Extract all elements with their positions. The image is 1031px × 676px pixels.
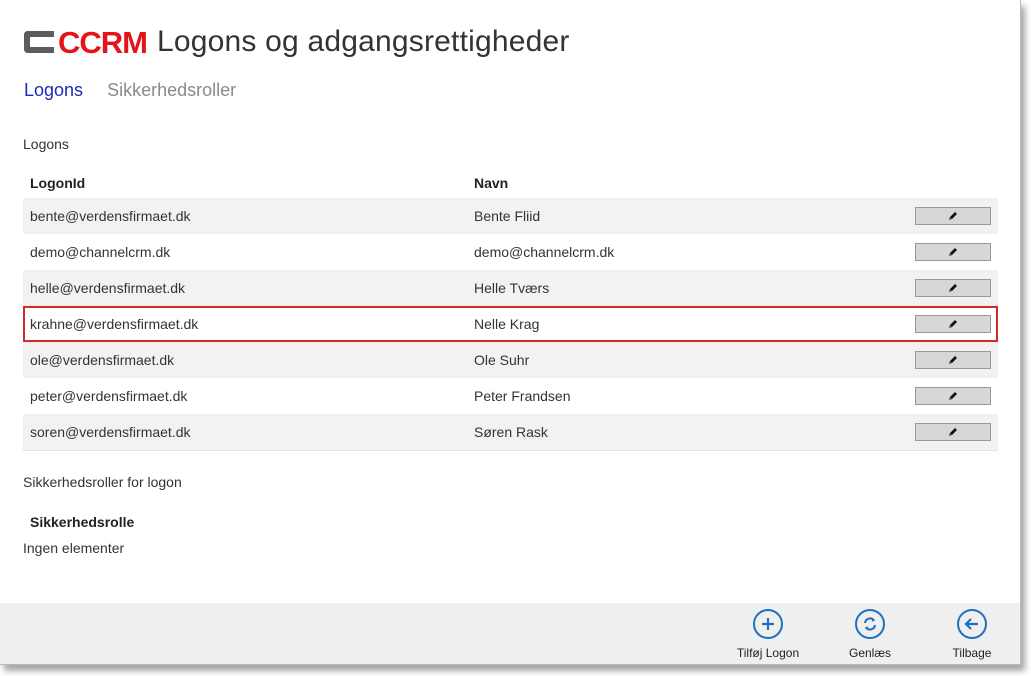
column-header-logonid[interactable]: LogonId	[23, 168, 467, 198]
plus-circle-icon	[753, 609, 783, 639]
logon-name-cell: demo@channelcrm.dk	[474, 244, 615, 260]
add-logon-label: Tilføj Logon	[736, 646, 800, 660]
edit-button[interactable]	[915, 207, 991, 225]
table-row[interactable]: soren@verdensfirmaet.dk Søren Rask	[23, 414, 998, 451]
ccrm-logo: CCRM	[24, 24, 157, 60]
page-title: Logons og adgangsrettigheder	[157, 25, 570, 58]
pencil-icon	[949, 356, 957, 364]
logon-id-cell: peter@verdensfirmaet.dk	[30, 388, 188, 404]
logon-name-cell: Søren Rask	[467, 414, 908, 451]
logo-c-mark	[24, 31, 54, 53]
logon-id-cell: soren@verdensfirmaet.dk	[23, 414, 467, 451]
pencil-icon	[949, 248, 957, 256]
logons-section-label: Logons	[23, 136, 69, 152]
tab-logons[interactable]: Logons	[24, 80, 83, 101]
pencil-icon	[949, 320, 957, 328]
table-row[interactable]: helle@verdensfirmaet.dk Helle Tværs	[23, 270, 998, 306]
logon-id-cell: krahne@verdensfirmaet.dk	[30, 316, 199, 332]
logon-name-cell: Helle Tværs	[467, 270, 908, 306]
refresh-circle-icon	[855, 609, 885, 639]
logon-name-cell: Bente Fliid	[467, 198, 908, 234]
pencil-icon	[949, 212, 957, 220]
edit-button[interactable]	[915, 243, 991, 261]
edit-button[interactable]	[915, 315, 991, 333]
logons-table: LogonId Navn bente@verdensfirmaet.dk Ben…	[23, 168, 998, 451]
table-row[interactable]: bente@verdensfirmaet.dk Bente Fliid	[23, 198, 998, 234]
tab-sikkerhedsroller[interactable]: Sikkerhedsroller	[107, 80, 236, 101]
pencil-icon	[949, 392, 957, 400]
pencil-icon	[949, 428, 957, 436]
edit-button[interactable]	[915, 279, 991, 297]
column-header-navn[interactable]: Navn	[467, 168, 908, 198]
back-button[interactable]: Tilbage	[927, 609, 1017, 660]
column-header-actions	[908, 168, 998, 198]
app-bar: Tilføj Logon Genlæs Tilbage	[0, 603, 1020, 664]
edit-button[interactable]	[915, 387, 991, 405]
logon-name-cell: Ole Suhr	[467, 342, 908, 378]
tab-bar: Logons Sikkerhedsroller	[24, 80, 236, 101]
table-header-row: LogonId Navn	[23, 168, 998, 198]
table-row[interactable]: demo@channelcrm.dk demo@channelcrm.dk	[23, 234, 998, 270]
reload-button[interactable]: Genlæs	[825, 609, 915, 660]
logon-id-cell: helle@verdensfirmaet.dk	[23, 270, 467, 306]
pencil-icon	[949, 284, 957, 292]
edit-button[interactable]	[915, 351, 991, 369]
table-row[interactable]: ole@verdensfirmaet.dk Ole Suhr	[23, 342, 998, 378]
back-label: Tilbage	[952, 646, 992, 660]
page-header: CCRM Logons og adgangsrettigheder	[24, 22, 570, 62]
logon-name-cell: Peter Frandsen	[474, 388, 571, 404]
back-arrow-circle-icon	[957, 609, 987, 639]
add-logon-button[interactable]: Tilføj Logon	[723, 609, 813, 660]
logon-id-cell: demo@channelcrm.dk	[30, 244, 171, 260]
logo-text: CCRM	[58, 24, 148, 60]
logon-name-cell: Nelle Krag	[474, 316, 540, 332]
app-window: CCRM Logons og adgangsrettigheder Logons…	[0, 0, 1021, 665]
logon-id-cell: ole@verdensfirmaet.dk	[23, 342, 467, 378]
logon-id-cell: bente@verdensfirmaet.dk	[23, 198, 467, 234]
column-header-sikkerhedsrolle[interactable]: Sikkerhedsrolle	[30, 514, 134, 530]
edit-button[interactable]	[915, 423, 991, 441]
table-row-selected[interactable]: krahne@verdensfirmaet.dk Nelle Krag	[23, 306, 998, 342]
roles-section-label: Sikkerhedsroller for logon	[23, 474, 182, 490]
reload-label: Genlæs	[848, 646, 892, 660]
empty-state-text: Ingen elementer	[23, 540, 125, 556]
table-row[interactable]: peter@verdensfirmaet.dk Peter Frandsen	[23, 378, 998, 414]
